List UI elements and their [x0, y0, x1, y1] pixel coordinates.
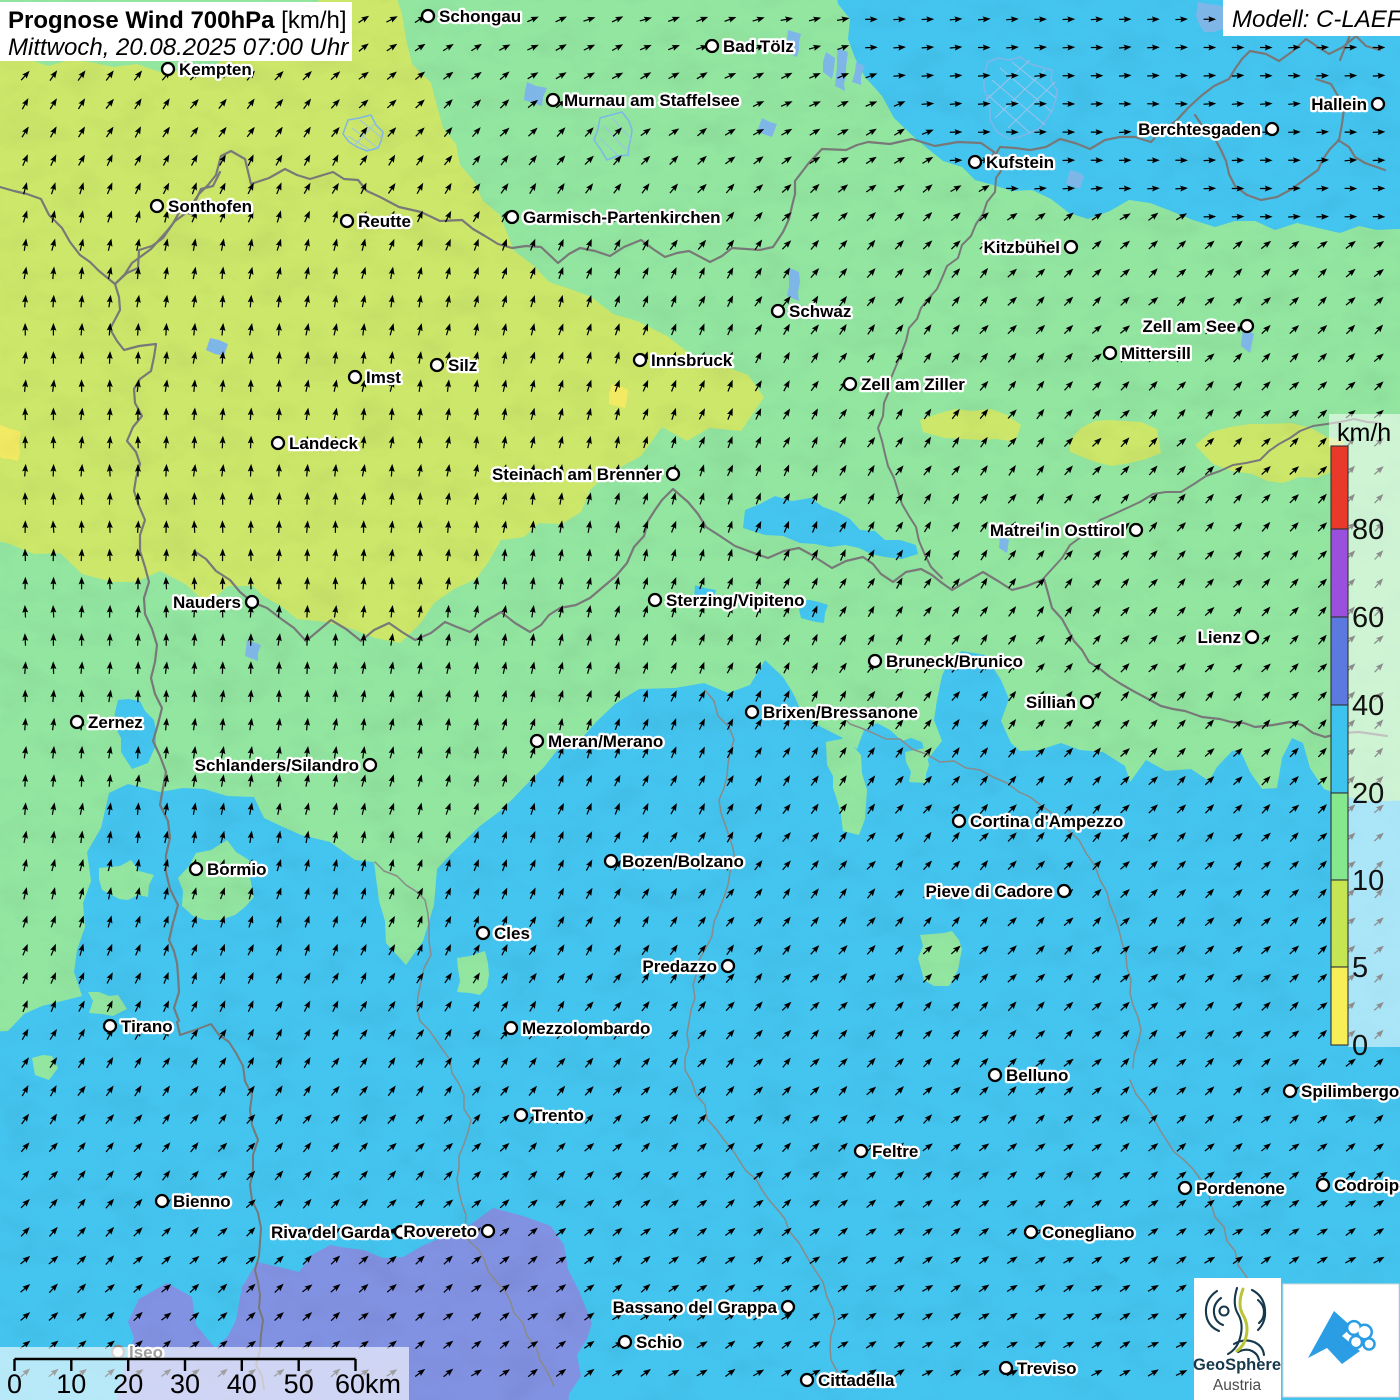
svg-text:Rovereto: Rovereto: [403, 1222, 477, 1241]
svg-text:Meran/Merano: Meran/Merano: [548, 732, 663, 751]
svg-text:Matrei in Osttirol: Matrei in Osttirol: [990, 521, 1125, 540]
svg-text:Mittwoch, 20.08.2025 07:00 Uhr: Mittwoch, 20.08.2025 07:00 Uhr: [8, 34, 349, 61]
svg-text:Sterzing/Vipiteno: Sterzing/Vipiteno: [666, 591, 805, 610]
svg-text:Nauders: Nauders: [173, 593, 241, 612]
svg-text:Cortina d'Ampezzo: Cortina d'Ampezzo: [970, 812, 1123, 831]
svg-text:Bruneck/Brunico: Bruneck/Brunico: [886, 652, 1023, 671]
svg-text:50: 50: [284, 1369, 314, 1399]
svg-text:Austria: Austria: [1213, 1377, 1262, 1394]
svg-text:Sonthofen: Sonthofen: [168, 197, 252, 216]
svg-text:Kufstein: Kufstein: [986, 153, 1054, 172]
svg-text:Schio: Schio: [636, 1333, 682, 1352]
svg-text:Innsbruck: Innsbruck: [651, 351, 733, 370]
svg-text:Feltre: Feltre: [872, 1142, 918, 1161]
svg-text:Schwaz: Schwaz: [789, 302, 851, 321]
svg-text:Zernez: Zernez: [88, 713, 143, 732]
svg-text:Trento: Trento: [532, 1106, 584, 1125]
svg-text:Cittadella: Cittadella: [818, 1371, 895, 1390]
svg-text:Pordenone: Pordenone: [1196, 1179, 1285, 1198]
svg-text:20: 20: [1352, 778, 1384, 810]
svg-text:Mezzolombardo: Mezzolombardo: [522, 1019, 650, 1038]
svg-text:60: 60: [1352, 602, 1384, 634]
svg-text:80: 80: [1352, 514, 1384, 546]
svg-text:Conegliano: Conegliano: [1042, 1223, 1135, 1242]
svg-text:Riva del Garda: Riva del Garda: [271, 1223, 391, 1242]
svg-text:Hallein: Hallein: [1311, 95, 1367, 114]
svg-text:Prognose Wind 700hPa [km/h]: Prognose Wind 700hPa [km/h]: [8, 7, 347, 34]
svg-text:Treviso: Treviso: [1017, 1359, 1077, 1378]
svg-text:Schlanders/Silandro: Schlanders/Silandro: [195, 756, 359, 775]
svg-text:Bozen/Bolzano: Bozen/Bolzano: [622, 852, 744, 871]
svg-text:Schongau: Schongau: [439, 7, 521, 26]
svg-text:Bad Tölz: Bad Tölz: [723, 37, 794, 56]
svg-text:Reutte: Reutte: [358, 212, 411, 231]
svg-text:Belluno: Belluno: [1006, 1066, 1068, 1085]
svg-text:Sillian: Sillian: [1026, 693, 1076, 712]
svg-text:Brixen/Bressanone: Brixen/Bressanone: [763, 703, 918, 722]
svg-text:10: 10: [1352, 865, 1384, 897]
svg-text:10: 10: [56, 1369, 86, 1399]
svg-text:Zell am See: Zell am See: [1142, 317, 1236, 336]
svg-text:Lienz: Lienz: [1198, 628, 1241, 647]
svg-text:Garmisch-Partenkirchen: Garmisch-Partenkirchen: [523, 208, 720, 227]
svg-text:Steinach am Brenner: Steinach am Brenner: [492, 465, 662, 484]
svg-text:0: 0: [7, 1369, 22, 1399]
svg-text:Mittersill: Mittersill: [1121, 344, 1191, 363]
svg-text:Kitzbühel: Kitzbühel: [984, 238, 1061, 257]
svg-text:GeoSphere: GeoSphere: [1193, 1356, 1281, 1374]
svg-text:Tirano: Tirano: [121, 1017, 173, 1036]
svg-text:km/h: km/h: [1337, 419, 1391, 447]
svg-text:Murnau am Staffelsee: Murnau am Staffelsee: [564, 91, 740, 110]
svg-text:Bormio: Bormio: [207, 860, 267, 879]
svg-text:40: 40: [1352, 690, 1384, 722]
svg-text:Cles: Cles: [494, 924, 530, 943]
svg-text:Predazzo: Predazzo: [642, 957, 717, 976]
svg-text:20: 20: [113, 1369, 143, 1399]
svg-text:Modell: C-LAEF: Modell: C-LAEF: [1232, 6, 1400, 33]
svg-text:60km: 60km: [335, 1369, 401, 1399]
svg-text:Zell am Ziller: Zell am Ziller: [861, 375, 965, 394]
svg-text:0: 0: [1352, 1030, 1368, 1062]
svg-text:Bassano del Grappa: Bassano del Grappa: [613, 1298, 778, 1317]
svg-text:Landeck: Landeck: [289, 434, 359, 453]
svg-text:Kempten: Kempten: [179, 60, 252, 79]
svg-text:Codroipo: Codroipo: [1334, 1176, 1400, 1195]
svg-text:30: 30: [170, 1369, 200, 1399]
svg-text:Spilimbergo: Spilimbergo: [1301, 1082, 1399, 1101]
svg-text:Pieve di Cadore: Pieve di Cadore: [925, 882, 1053, 901]
svg-text:Silz: Silz: [448, 356, 477, 375]
svg-text:Bienno: Bienno: [173, 1192, 231, 1211]
svg-text:40: 40: [227, 1369, 257, 1399]
svg-text:Berchtesgaden: Berchtesgaden: [1138, 120, 1261, 139]
svg-text:Imst: Imst: [366, 368, 401, 387]
svg-text:5: 5: [1352, 952, 1368, 984]
